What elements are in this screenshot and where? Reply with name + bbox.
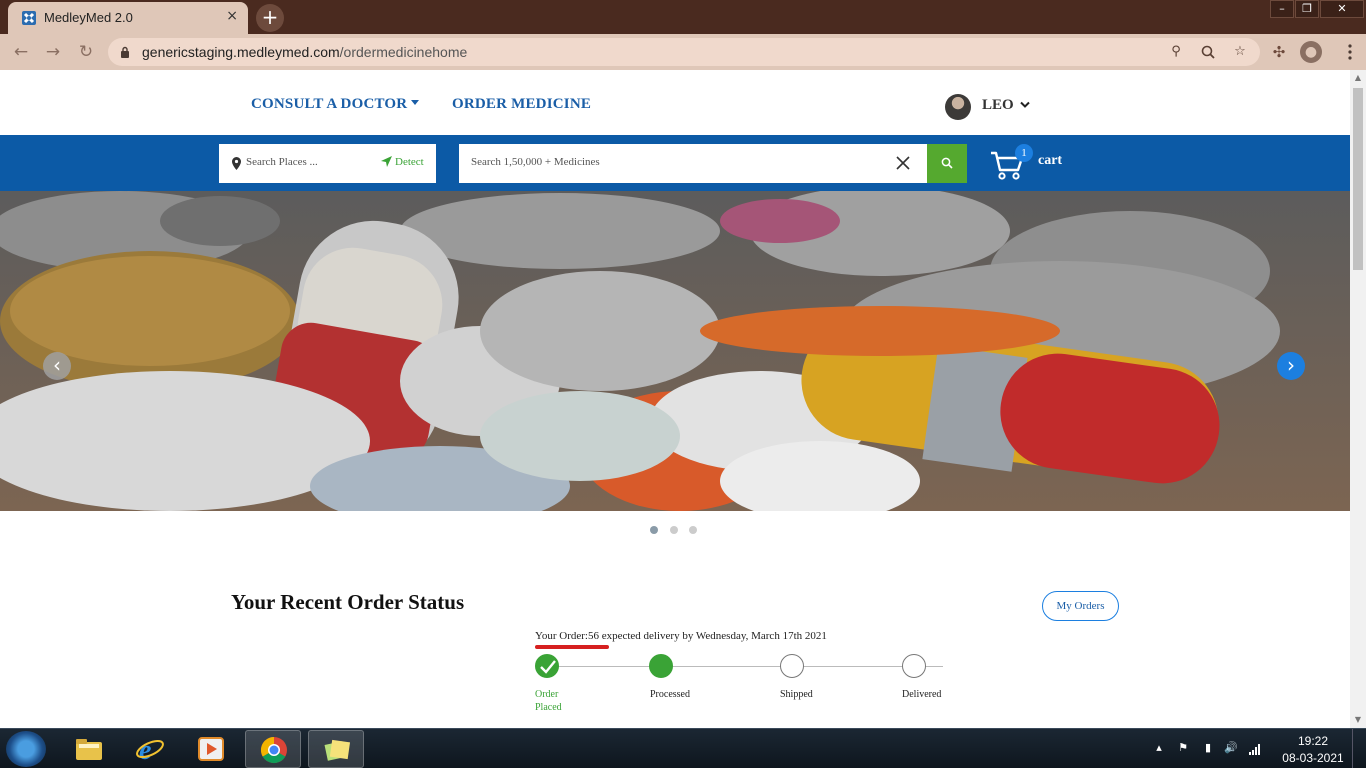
detect-label: Detect (395, 156, 424, 168)
explorer-taskbar-icon[interactable] (61, 730, 117, 768)
carousel-dot-1[interactable] (650, 526, 658, 534)
place-search-field[interactable]: Search Places ... Detect (219, 144, 436, 183)
medicine-search-placeholder: Search 1,50,000 + Medicines (471, 156, 600, 168)
search-button[interactable] (927, 144, 967, 183)
step-shipped-circle (780, 654, 804, 678)
back-arrow-icon[interactable]: ← (10, 41, 32, 63)
map-pin-icon (232, 157, 241, 170)
consult-doctor-menu[interactable]: CONSULT A DOCTOR (251, 96, 420, 113)
media-player-taskbar-icon[interactable] (183, 730, 239, 768)
browser-tab-strip: MedleyMed 2.0 × + – ❐ ✕ (0, 0, 1366, 34)
profile-avatar-icon[interactable]: ● (1300, 41, 1322, 63)
address-toolbar: ← → ↻ genericstaging.medleymed.com/order… (0, 34, 1366, 70)
close-window-button[interactable]: ✕ (1320, 0, 1364, 18)
show-hidden-icons-arrow-icon[interactable]: ▴ (1152, 741, 1166, 755)
clear-search-icon[interactable] (896, 156, 910, 170)
sticky-notes-icon (324, 739, 351, 761)
tracker-line (547, 666, 943, 667)
chrome-icon (260, 736, 287, 764)
step-shipped-label: Shipped (780, 689, 813, 700)
detect-location-button[interactable]: Detect (381, 156, 424, 168)
my-orders-button[interactable]: My Orders (1042, 591, 1119, 621)
restore-button[interactable]: ❐ (1295, 0, 1319, 18)
extensions-puzzle-icon[interactable]: ✣ (1268, 41, 1290, 63)
zoom-icon[interactable] (1200, 44, 1216, 60)
browser-menu-icon[interactable] (1348, 43, 1352, 61)
medicine-search-input[interactable]: Search 1,50,000 + Medicines (459, 144, 927, 183)
forward-arrow-icon[interactable]: → (42, 41, 64, 63)
site-header: CONSULT A DOCTOR ORDER MEDICINE LEO (0, 70, 1350, 135)
step-delivered-circle (902, 654, 926, 678)
tab-close-icon[interactable]: × (226, 8, 238, 24)
windows-taskbar: e ▴ ⚑ ▮ 🔊 19:22 08-03-2021 (0, 728, 1366, 768)
order-id-underline (535, 645, 609, 649)
cart-count-badge: 1 (1015, 144, 1033, 162)
carousel-prev-button[interactable]: ‹ (43, 352, 71, 380)
bookmark-star-icon[interactable]: ☆ (1232, 44, 1248, 60)
step-processed-circle (649, 654, 673, 678)
step-processed-label: Processed (650, 689, 690, 700)
address-bar[interactable]: genericstaging.medleymed.com/ordermedici… (108, 38, 1260, 66)
url-text: genericstaging.medleymed.com/ordermedici… (142, 44, 467, 60)
sticky-notes-taskbar-icon[interactable] (308, 730, 364, 768)
order-progress-tracker (535, 654, 945, 680)
browser-tab[interactable]: MedleyMed 2.0 × (8, 2, 248, 34)
internet-explorer-taskbar-icon[interactable]: e (122, 730, 178, 768)
hero-banner-carousel: ‹ › (0, 191, 1350, 511)
ie-icon: e (136, 735, 164, 764)
url-path: /ordermedicinehome (339, 44, 468, 60)
place-search-placeholder: Search Places ... (246, 156, 318, 168)
order-delivery-text: Your Order:56 expected delivery by Wedne… (535, 630, 827, 642)
chrome-taskbar-icon[interactable] (245, 730, 301, 768)
clock-time[interactable]: 19:22 (1282, 734, 1344, 748)
location-pin-icon[interactable]: ⚲ (1168, 44, 1184, 60)
web-page: CONSULT A DOCTOR ORDER MEDICINE LEO Sear… (0, 70, 1350, 728)
search-icon (941, 157, 953, 169)
reload-icon[interactable]: ↻ (75, 41, 97, 63)
scroll-thumb[interactable] (1353, 88, 1363, 270)
action-center-flag-icon[interactable]: ⚑ (1176, 741, 1190, 755)
folder-icon (76, 739, 102, 760)
network-signal-icon[interactable] (1248, 741, 1262, 755)
step-delivered-label: Delivered (902, 689, 942, 700)
lock-icon (121, 46, 129, 58)
navigation-arrow-icon (381, 156, 392, 167)
cart-label[interactable]: cart (1038, 153, 1062, 169)
user-avatar[interactable] (945, 94, 971, 120)
chevron-down-icon[interactable] (1020, 101, 1030, 109)
medleymed-favicon-icon (22, 11, 36, 25)
carousel-indicators (650, 526, 710, 536)
order-medicine-link[interactable]: ORDER MEDICINE (452, 96, 591, 113)
windows-start-button[interactable] (6, 731, 46, 767)
volume-icon[interactable]: 🔊 (1224, 741, 1238, 755)
consult-doctor-label: CONSULT A DOCTOR (251, 96, 408, 112)
svg-text:e: e (139, 735, 151, 764)
show-desktop-button[interactable] (1352, 729, 1366, 768)
carousel-next-button[interactable]: › (1277, 352, 1305, 380)
minimize-button[interactable]: – (1270, 0, 1294, 18)
media-player-icon (198, 737, 224, 761)
tab-title: MedleyMed 2.0 (44, 10, 133, 25)
scroll-up-arrow-icon[interactable]: ▲ (1350, 70, 1366, 86)
carousel-dot-2[interactable] (670, 526, 678, 534)
step-order-placed-circle (535, 654, 559, 678)
url-host: genericstaging.medleymed.com (142, 44, 340, 60)
user-name[interactable]: LEO (982, 97, 1014, 114)
page-scrollbar[interactable]: ▲ ▼ (1350, 70, 1366, 728)
scroll-down-arrow-icon[interactable]: ▼ (1350, 712, 1366, 728)
carousel-dot-3[interactable] (689, 526, 697, 534)
caret-down-icon (411, 100, 420, 105)
clock-date[interactable]: 08-03-2021 (1282, 751, 1344, 765)
step-order-placed-label: Order Placed (535, 689, 562, 713)
search-bar-band: Search Places ... Detect Search 1,50,000… (0, 135, 1350, 191)
new-tab-button[interactable]: + (256, 4, 284, 32)
pills-banner-image (0, 191, 1350, 511)
check-icon (540, 660, 556, 674)
order-status-title: Your Recent Order Status (231, 590, 465, 614)
battery-icon[interactable]: ▮ (1201, 741, 1215, 755)
